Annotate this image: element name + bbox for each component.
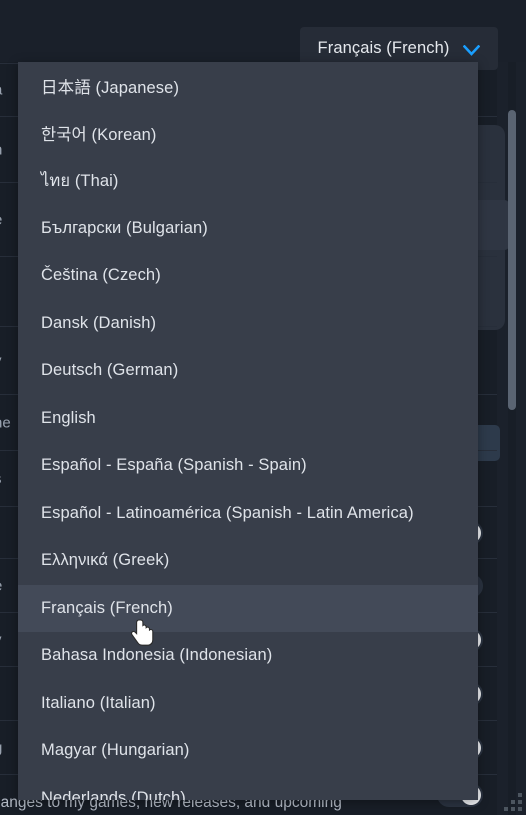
language-option-label: Bahasa Indonesia (Indonesian) bbox=[41, 646, 273, 665]
language-option[interactable]: Čeština (Czech) bbox=[18, 252, 478, 300]
language-option[interactable]: Български (Bulgarian) bbox=[18, 205, 478, 253]
language-option[interactable]: 日本語 (Japanese) bbox=[18, 62, 478, 110]
language-option-label: Dansk (Danish) bbox=[41, 313, 157, 332]
language-option-label: Čeština (Czech) bbox=[41, 266, 161, 285]
language-option[interactable]: Español - España (Spanish - Spain) bbox=[18, 442, 478, 490]
language-option[interactable]: Deutsch (German) bbox=[18, 347, 478, 395]
settings-row-label: a bbox=[0, 82, 2, 99]
app-window: aheynestevrg hanges to my games, new rel… bbox=[0, 0, 526, 815]
language-option[interactable]: Bahasa Indonesia (Indonesian) bbox=[18, 632, 478, 680]
language-option-label: Deutsch (German) bbox=[41, 361, 179, 380]
language-option[interactable]: Español - Latinoamérica (Spanish - Latin… bbox=[18, 490, 478, 538]
language-option-label: Español - Latinoamérica (Spanish - Latin… bbox=[41, 503, 414, 522]
settings-row-label: g bbox=[0, 739, 2, 756]
language-option-label: 한국어 (Korean) bbox=[41, 126, 157, 145]
settings-row-label: ne bbox=[0, 414, 11, 431]
language-option-label: Ελληνικά (Greek) bbox=[41, 551, 170, 570]
language-option[interactable]: Italiano (Italian) bbox=[18, 680, 478, 728]
language-option-label: Español - España (Spanish - Spain) bbox=[41, 456, 307, 475]
language-option[interactable]: 한국어 (Korean) bbox=[18, 110, 478, 158]
settings-row-label: e bbox=[0, 577, 2, 594]
language-option-label: Български (Bulgarian) bbox=[41, 218, 208, 237]
language-option[interactable]: Français (French) bbox=[18, 584, 478, 632]
language-option[interactable]: Magyar (Hungarian) bbox=[18, 727, 478, 775]
language-option-label: Français (French) bbox=[41, 598, 173, 617]
settings-row-label: y bbox=[0, 352, 2, 369]
language-option[interactable]: Ελληνικά (Greek) bbox=[18, 537, 478, 585]
resize-grip-icon[interactable] bbox=[504, 793, 522, 811]
settings-row-label: s bbox=[0, 470, 2, 487]
language-option-label: ไทย (Thai) bbox=[41, 171, 119, 190]
chevron-down-icon bbox=[463, 43, 481, 56]
language-option[interactable]: English bbox=[18, 395, 478, 443]
language-option-label: Nederlands (Dutch) bbox=[41, 788, 186, 800]
language-option-label: Italiano (Italian) bbox=[41, 693, 156, 712]
language-option-label: Magyar (Hungarian) bbox=[41, 741, 190, 760]
language-option[interactable]: Dansk (Danish) bbox=[18, 300, 478, 348]
language-dropdown-list[interactable]: 日本語 (Japanese) 한국어 (Korean) ไทย (Thai) Бълг… bbox=[18, 62, 478, 800]
language-option-label: 日本語 (Japanese) bbox=[41, 78, 180, 97]
settings-row-label: e bbox=[0, 211, 2, 228]
settings-row-label: h bbox=[0, 141, 2, 158]
page-scrollbar-thumb[interactable] bbox=[508, 110, 516, 410]
language-dropdown-value: Français (French) bbox=[317, 39, 450, 57]
language-option[interactable]: ไทย (Thai) bbox=[18, 157, 478, 205]
language-option-label: English bbox=[41, 408, 96, 427]
settings-row-label: v bbox=[0, 631, 2, 648]
language-option[interactable]: Nederlands (Dutch) bbox=[18, 775, 478, 800]
